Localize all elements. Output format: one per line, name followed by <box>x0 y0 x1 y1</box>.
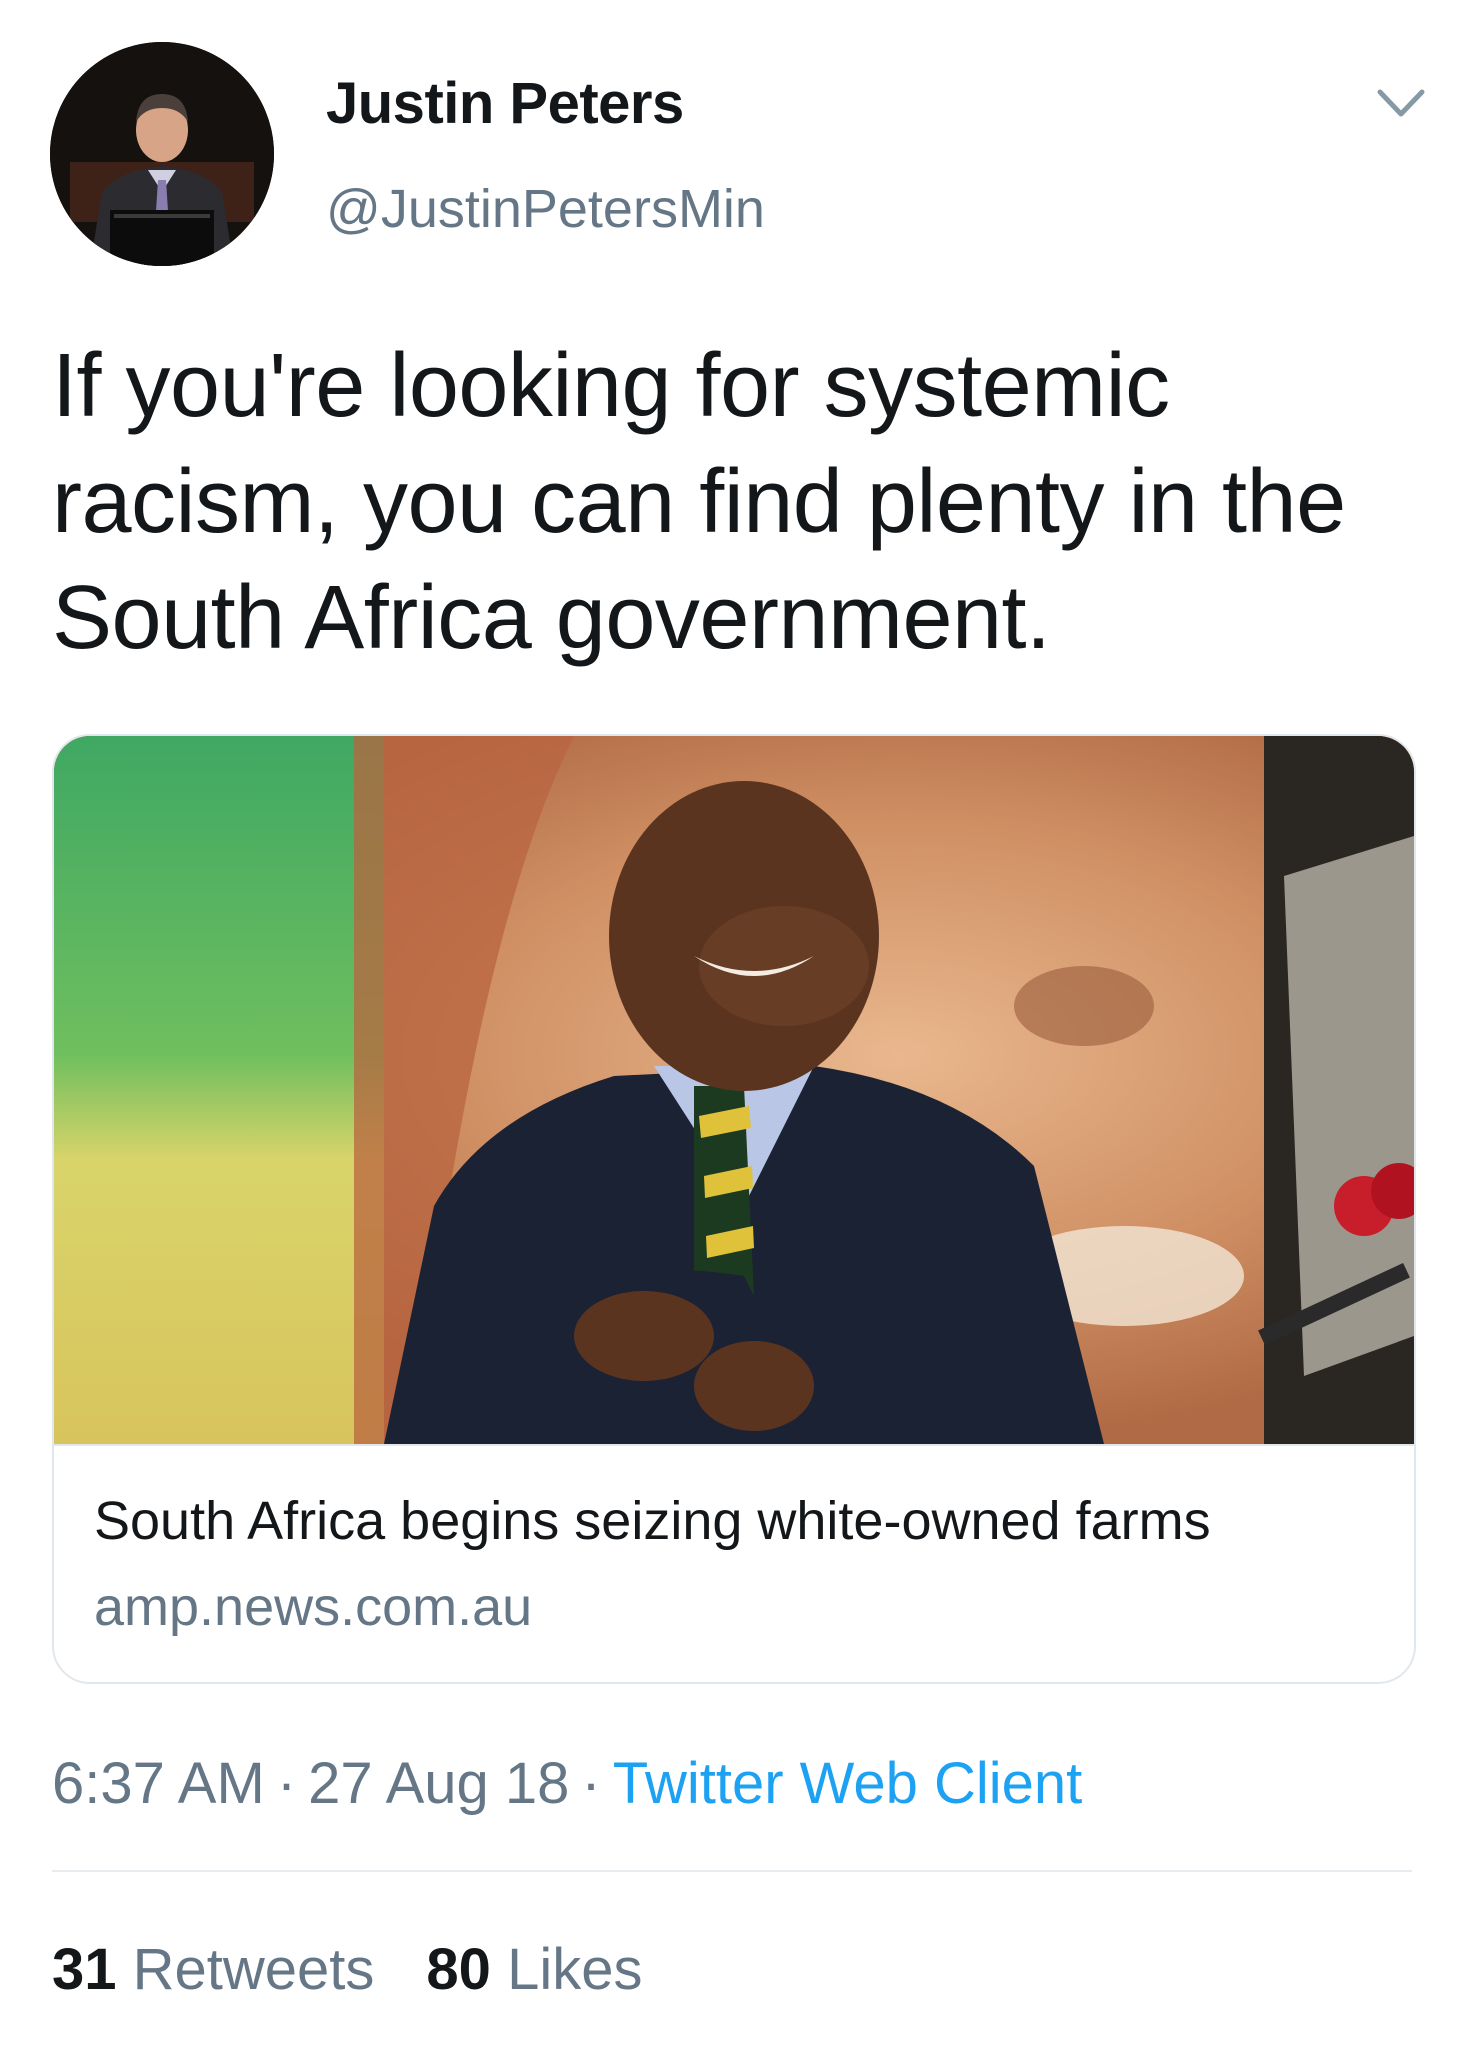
tweet-stats: 31 Retweets 80 Likes <box>52 1936 642 2003</box>
tweet-date[interactable]: 27 Aug 18 <box>308 1751 569 1816</box>
meta-separator: · <box>581 1751 601 1816</box>
tweet-meta: 6:37 AM · 27 Aug 18 · Twitter Web Client <box>52 1750 1082 1817</box>
tweet-time[interactable]: 6:37 AM <box>52 1751 265 1816</box>
likes-stat[interactable]: 80 Likes <box>426 1936 642 2003</box>
chevron-down-icon <box>1377 89 1425 117</box>
card-title[interactable]: South Africa begins seizing white-owned … <box>94 1490 1384 1552</box>
tweet-text: If you're looking for systemic racism, y… <box>52 336 1346 668</box>
tweet-client-link[interactable]: Twitter Web Client <box>613 1751 1083 1816</box>
likes-count: 80 <box>426 1937 491 2002</box>
tweet: Justin Peters @JustinPetersMin If you're… <box>0 0 1467 2048</box>
news-photo-icon <box>54 736 1414 1444</box>
retweets-count: 31 <box>52 1937 117 2002</box>
retweets-stat[interactable]: 31 Retweets <box>52 1936 374 2003</box>
author-handle[interactable]: @JustinPetersMin <box>326 178 765 240</box>
stats-divider <box>52 1870 1412 1872</box>
profile-photo-icon <box>50 42 274 266</box>
link-card[interactable]: South Africa begins seizing white-owned … <box>52 734 1416 1684</box>
card-domain: amp.news.com.au <box>94 1577 533 1637</box>
author-display-name[interactable]: Justin Peters <box>326 70 684 137</box>
tweet-menu-button[interactable] <box>1374 84 1428 124</box>
card-divider <box>54 1444 1414 1446</box>
likes-label: Likes <box>507 1937 643 2002</box>
author-avatar[interactable] <box>50 42 274 266</box>
card-image <box>54 736 1414 1444</box>
retweets-label: Retweets <box>132 1937 375 2002</box>
meta-separator: · <box>276 1751 297 1816</box>
